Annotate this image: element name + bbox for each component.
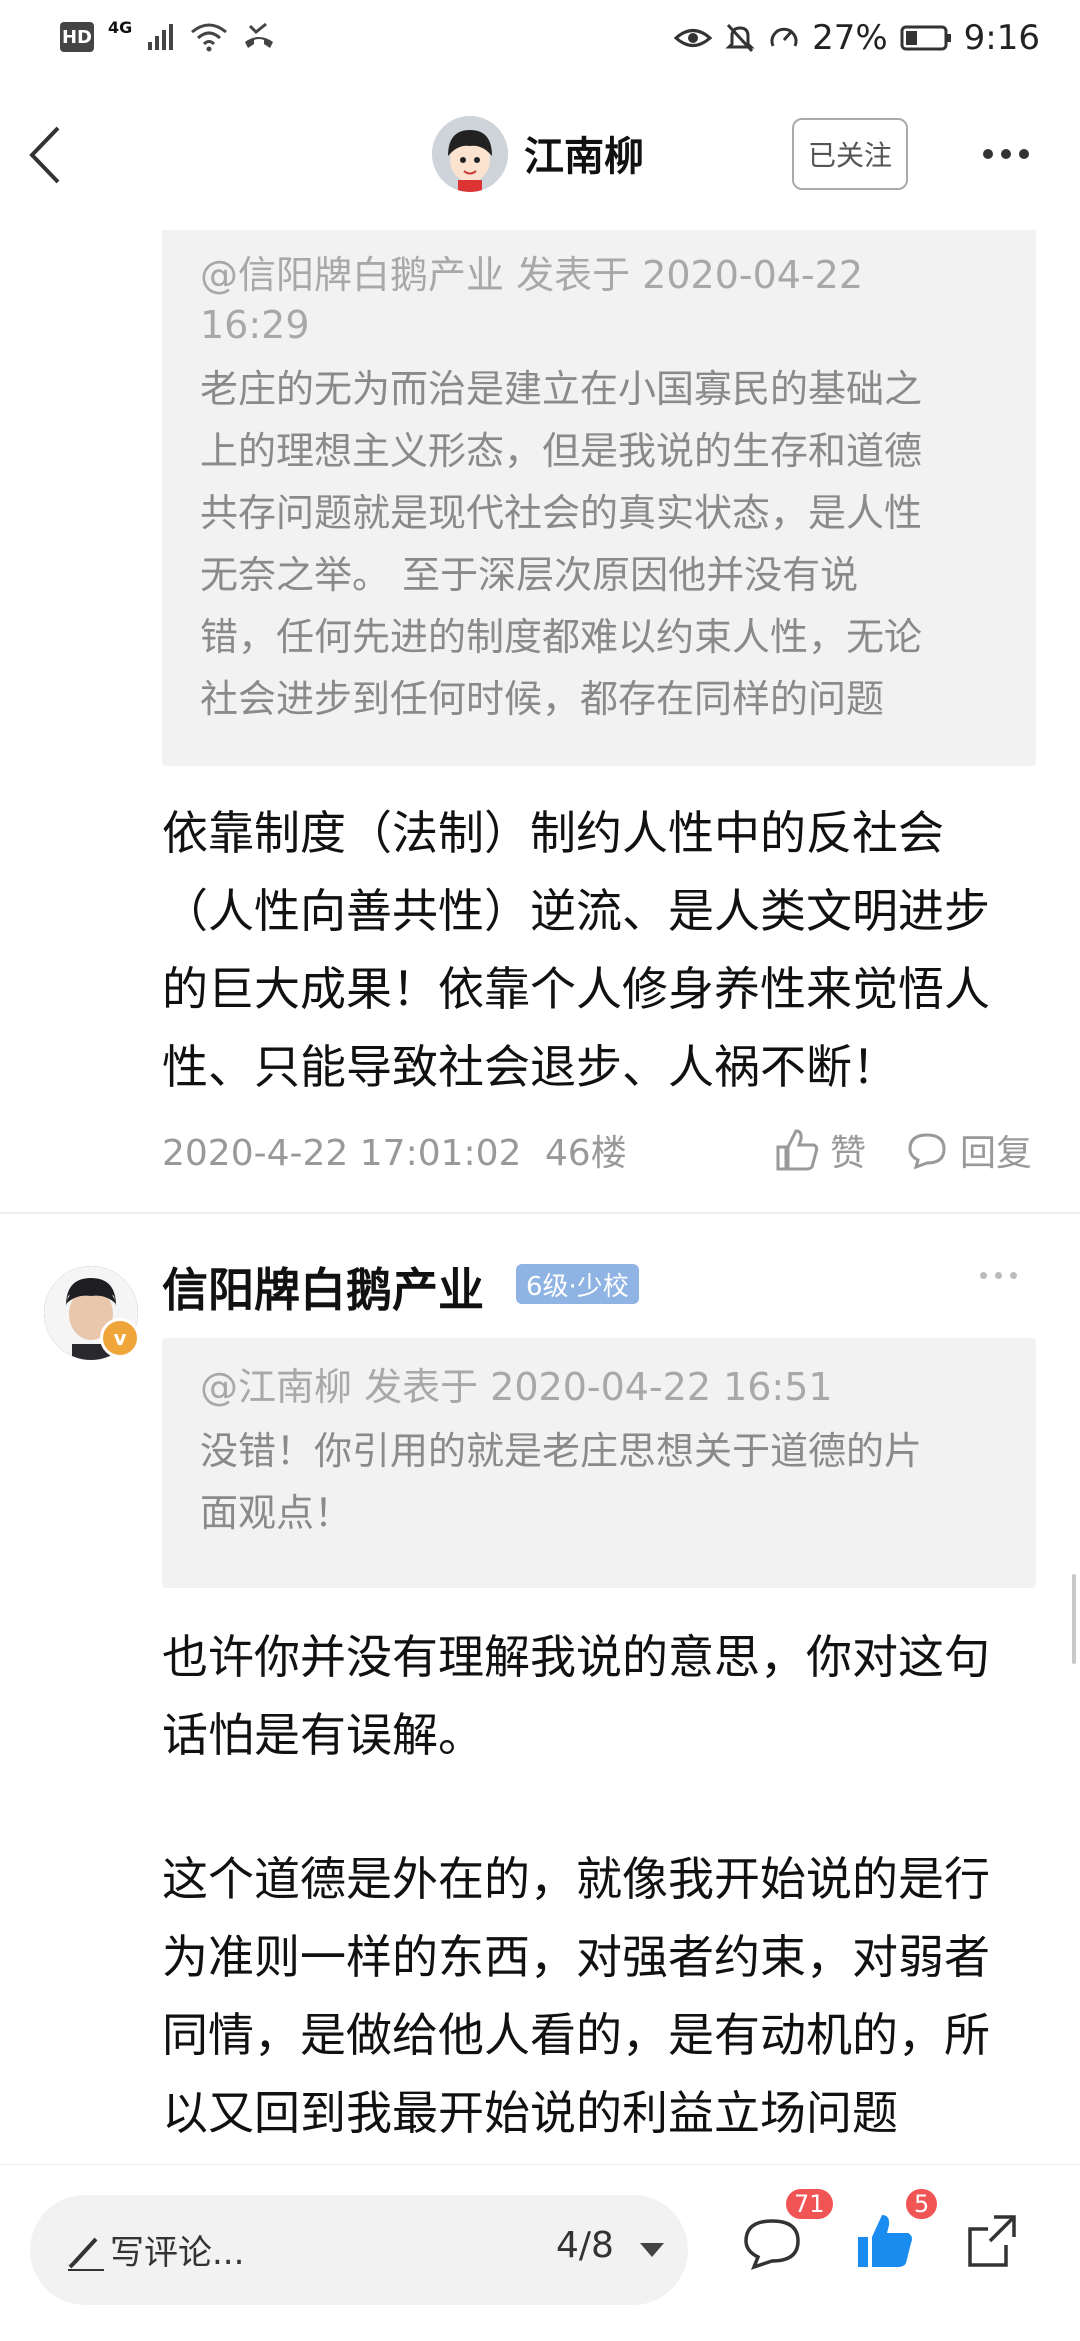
- page-indicator[interactable]: 4/8: [556, 2225, 614, 2266]
- verified-badge: v: [100, 1318, 140, 1358]
- quote-line: 面观点！: [200, 1491, 353, 1535]
- chevron-down-icon[interactable]: [640, 2243, 664, 2257]
- comment-bubble-icon: [908, 1133, 946, 1170]
- comment-line: 为准则一样的东西，对强者约束，对弱者: [162, 1930, 990, 1984]
- more-button[interactable]: [976, 134, 1036, 174]
- reply-button[interactable]: 回复: [904, 1124, 1032, 1176]
- hd-icon: HD: [60, 22, 94, 52]
- status-right: 27% 9:16: [674, 18, 1040, 58]
- comment-line: 也许你并没有理解我说的意思，你对这句: [162, 1630, 990, 1684]
- quote-line: 错，任何先进的制度都难以约束人性，无论: [200, 615, 923, 659]
- quote-line: 共存问题就是现代社会的真实状态，是人性: [200, 491, 923, 535]
- post-footer: 2020-4-22 17:01:02 46楼 赞 回复: [162, 1124, 1042, 1184]
- signal-icon: [148, 24, 174, 50]
- reply-text: 依靠制度（法制）制约人性中的反社会 （人性向善共性）逆流、是人类文明进步 的巨大…: [162, 794, 990, 1106]
- more-icon: [980, 1272, 987, 1279]
- comment-input[interactable]: 写评论... 4/8: [30, 2195, 688, 2305]
- follow-button[interactable]: 已关注: [792, 118, 908, 190]
- floor-number: 46楼: [544, 1133, 627, 1174]
- reply-line: 的巨大成果！依靠个人修身养性来觉悟人: [162, 962, 990, 1016]
- header: 江南柳 已关注: [0, 80, 1080, 230]
- quote-block[interactable]: @信阳牌白鹅产业 发表于 2020-04-22 16:29 老庄的无为而治是建立…: [162, 226, 1036, 766]
- reply-line: 性、只能导致社会退步、人祸不断！: [162, 1040, 898, 1094]
- comment-count-badge: 71: [784, 2187, 835, 2221]
- back-button[interactable]: [22, 120, 82, 190]
- comment-line: 以又回到我最开始说的利益立场问题: [162, 2086, 898, 2140]
- status-bar: HD 4G 27% 9:16: [0, 0, 1080, 80]
- mute-bell-icon: [725, 23, 755, 53]
- post-time: 2020-4-22 17:01:02: [162, 1133, 522, 1174]
- share-button[interactable]: [962, 2209, 1026, 2273]
- reply-label: 回复: [960, 1133, 1033, 1174]
- clock: 9:16: [963, 18, 1040, 58]
- post-meta: 2020-4-22 17:01:02 46楼: [162, 1124, 627, 1176]
- pen-icon: [68, 2237, 104, 2271]
- thumb-up-icon: [776, 1129, 819, 1171]
- quote-line: 上的理想主义形态，但是我说的生存和道德: [200, 429, 923, 473]
- quote-meta: @信阳牌白鹅产业 发表于 2020-04-22 16:29: [200, 250, 998, 350]
- more-icon: [983, 149, 993, 159]
- quote-meta: @江南柳 发表于 2020-04-22 16:51: [200, 1365, 833, 1409]
- divider: [0, 1212, 1080, 1214]
- bottom-bar: 写评论... 4/8 71 5: [0, 2164, 1080, 2341]
- comment-placeholder: 写评论...: [110, 2233, 245, 2273]
- quote-meta-line: @信阳牌白鹅产业 发表于 2020-04-22: [200, 253, 863, 297]
- page-title: 江南柳: [524, 134, 644, 180]
- comment-paragraph: 这个道德是外在的，就像我开始说的是行 为准则一样的东西，对强者约束，对弱者 同情…: [162, 1840, 990, 2152]
- quote-meta-line: 16:29: [200, 303, 310, 347]
- comment-line: 同情，是做给他人看的，是有动机的，所: [162, 2008, 990, 2062]
- quote-line: 无奈之举。 至于深层次原因他并没有说: [200, 553, 859, 597]
- comment-line: 这个道德是外在的，就像我开始说的是行: [162, 1852, 990, 1906]
- quote-block[interactable]: @江南柳 发表于 2020-04-22 16:51 没错！你引用的就是老庄思想关…: [162, 1338, 1036, 1588]
- eye-icon: [674, 29, 713, 47]
- like-button[interactable]: [852, 2209, 916, 2273]
- quote-line: 没错！你引用的就是老庄思想关于道德的片: [200, 1429, 923, 1473]
- avatar[interactable]: [432, 116, 508, 192]
- share-icon: [968, 2215, 1016, 2267]
- comment-paragraph: 也许你并没有理解我说的意思，你对这句 话怕是有误解。: [162, 1618, 990, 1774]
- comment-more-button[interactable]: [980, 1272, 1017, 1279]
- like-label: 赞: [830, 1133, 867, 1174]
- battery-percent: 27%: [812, 18, 888, 58]
- quote-line: 社会进步到任何时候，都存在同样的问题: [200, 677, 885, 721]
- level-badge: 6级·少校: [516, 1264, 639, 1304]
- comment-author[interactable]: 信阳牌白鹅产业: [162, 1254, 484, 1320]
- battery-icon: [900, 25, 951, 51]
- quote-text: 老庄的无为而治是建立在小国寡民的基础之 上的理想主义形态，但是我说的生存和道德 …: [200, 358, 998, 730]
- back-icon: [29, 126, 60, 184]
- scrollbar[interactable]: [1072, 1574, 1076, 1664]
- comment-line: 话怕是有误解。: [162, 1708, 484, 1762]
- missed-call-icon: [245, 22, 274, 48]
- data-saver-icon: [770, 27, 798, 47]
- like-button[interactable]: 赞: [774, 1124, 866, 1176]
- reply-line: 依靠制度（法制）制约人性中的反社会: [162, 806, 944, 860]
- wifi-icon: [191, 23, 228, 52]
- status-left: HD 4G: [60, 18, 276, 52]
- reply-line: （人性向善共性）逆流、是人类文明进步: [162, 884, 990, 938]
- quote-text: 没错！你引用的就是老庄思想关于道德的片 面观点！: [200, 1420, 998, 1544]
- network-type: 4G: [108, 17, 133, 37]
- quote-line: 老庄的无为而治是建立在小国寡民的基础之: [200, 367, 923, 411]
- avatar-cartoon: [432, 116, 508, 192]
- thumb-up-icon: [858, 2215, 912, 2267]
- like-count-badge: 5: [904, 2187, 940, 2221]
